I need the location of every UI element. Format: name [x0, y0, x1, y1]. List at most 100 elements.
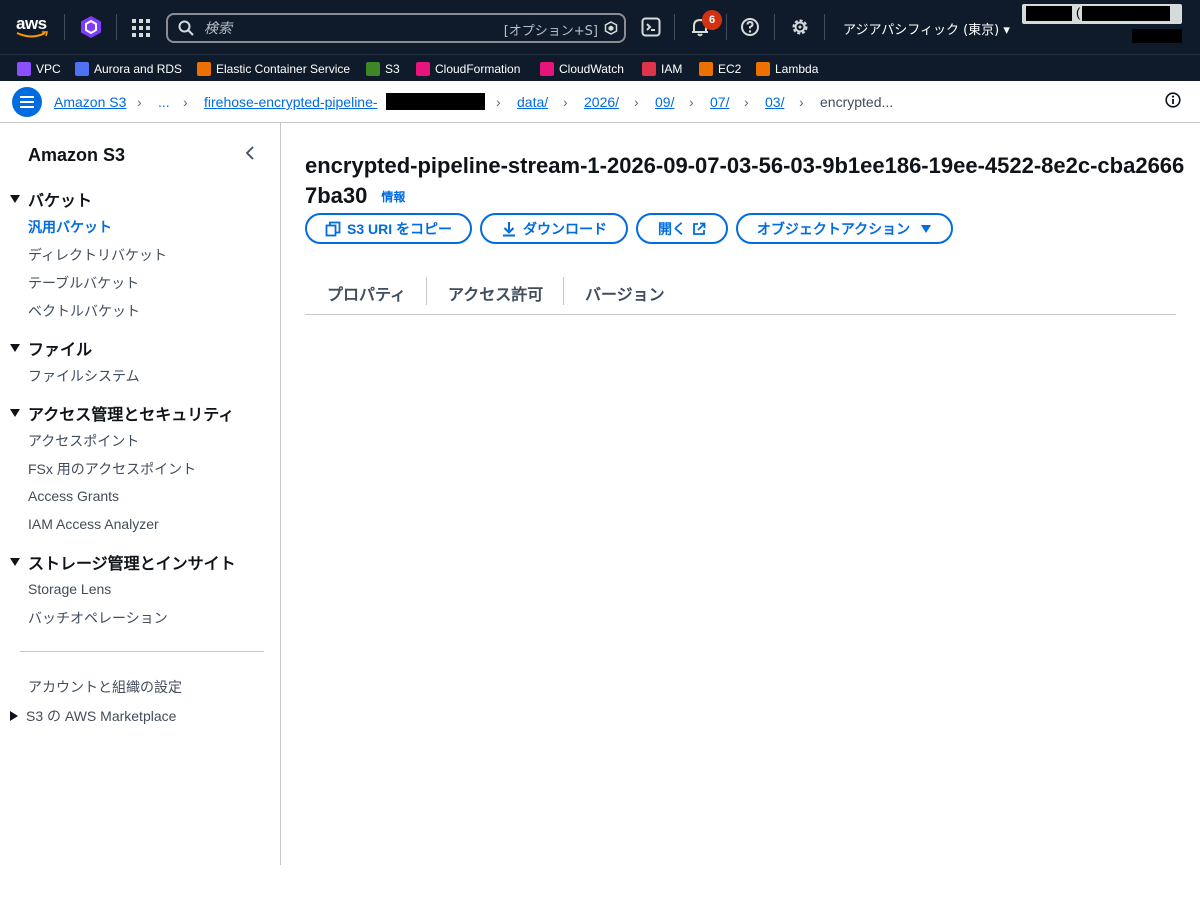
- nav-divider: [64, 14, 65, 40]
- fav-label: VPC: [36, 62, 61, 76]
- expand-caret-icon: [10, 558, 20, 566]
- fav-lambda[interactable]: Lambda: [756, 61, 818, 77]
- breadcrumb-chevron-icon: ›: [563, 94, 568, 110]
- nav-divider: [674, 14, 675, 40]
- nav-divider: [774, 14, 775, 40]
- sidebar-collapse-chevron-icon[interactable]: [243, 145, 257, 161]
- fav-label: S3: [385, 62, 400, 76]
- download-icon: [503, 221, 515, 236]
- fav-iam[interactable]: IAM: [642, 61, 682, 77]
- object-actions-label: オブジェクトアクション: [756, 220, 911, 237]
- sidebar-item-aws-marketplace[interactable]: S3 の AWS Marketplace: [10, 706, 176, 726]
- sidebar-item-file-systems[interactable]: ファイルシステム: [28, 366, 140, 386]
- breadcrumb-year[interactable]: 2026/: [584, 94, 619, 110]
- sidebar-item-access-grants[interactable]: Access Grants: [28, 488, 119, 504]
- breadcrumb-ellipsis[interactable]: ...: [158, 94, 170, 110]
- info-link[interactable]: 情報: [381, 190, 405, 204]
- fav-cloudwatch[interactable]: CloudWatch: [540, 61, 624, 77]
- sidebar-group-access-security[interactable]: アクセス管理とセキュリティ: [10, 401, 234, 425]
- breadcrumb-chevron-icon: ›: [634, 94, 639, 110]
- expand-caret-icon: [10, 409, 20, 417]
- sidebar-group-files[interactable]: ファイル: [10, 336, 92, 360]
- breadcrumb-bar: Amazon S3 › ... › firehose-encrypted-pip…: [0, 81, 1200, 123]
- favorites-bar: VPC Aurora and RDS Elastic Container Ser…: [0, 54, 1200, 81]
- sidebar-item-general-buckets[interactable]: 汎用バケット: [28, 217, 112, 237]
- breadcrumb-chevron-icon: ›: [496, 94, 501, 110]
- notification-badge: 6: [702, 10, 722, 30]
- copy-s3-uri-label: S3 URI をコピー: [346, 220, 452, 237]
- open-button[interactable]: 開く: [636, 213, 728, 244]
- region-selector[interactable]: アジアパシフィック (東京) ▾: [843, 19, 1010, 38]
- search-icon: [178, 20, 194, 36]
- top-navigation: aws [オプション+S]: [0, 0, 1200, 54]
- sidebar-item-account-org-settings[interactable]: アカウントと組織の設定: [28, 677, 182, 697]
- help-icon[interactable]: [740, 17, 760, 37]
- sidebar-item-access-points[interactable]: アクセスポイント: [28, 431, 139, 451]
- sidebar-item-label: S3 の AWS Marketplace: [26, 708, 177, 724]
- tab-separator: [426, 277, 427, 305]
- search-input[interactable]: [204, 20, 484, 38]
- aws-logo[interactable]: aws: [16, 14, 50, 40]
- fav-ec2[interactable]: EC2: [699, 61, 741, 77]
- breadcrumb-chevron-icon: ›: [744, 94, 749, 110]
- info-panel-icon[interactable]: [1165, 92, 1181, 108]
- account-menu[interactable]: (: [1022, 4, 1182, 24]
- side-nav-toggle-button[interactable]: [12, 87, 42, 117]
- fav-aurora-rds[interactable]: Aurora and RDS: [75, 61, 182, 77]
- hamburger-line: [20, 106, 34, 108]
- rds-icon: [75, 62, 89, 76]
- vpc-icon: [17, 62, 31, 76]
- side-navigation: Amazon S3 バケット 汎用バケット ディレクトリバケット テーブルバケッ…: [0, 123, 281, 865]
- breadcrumb-bucket[interactable]: firehose-encrypted-pipeline-: [204, 94, 378, 110]
- breadcrumb-amazon-s3[interactable]: Amazon S3: [54, 94, 126, 110]
- expand-caret-icon: [10, 195, 20, 203]
- sidebar-item-directory-buckets[interactable]: ディレクトリバケット: [28, 245, 167, 265]
- object-detail-tabs: プロパティ アクセス許可 バージョン: [305, 273, 1176, 315]
- redacted-user: [1132, 29, 1182, 43]
- sidebar-item-table-buckets[interactable]: テーブルバケット: [28, 273, 139, 293]
- sidebar-item-iam-access-analyzer[interactable]: IAM Access Analyzer: [28, 516, 159, 532]
- breadcrumb-chevron-icon: ›: [689, 94, 694, 110]
- lambda-icon: [756, 62, 770, 76]
- nav-divider: [116, 14, 117, 40]
- search-box[interactable]: [オプション+S]: [166, 13, 626, 43]
- redacted-bucket-suffix: [386, 93, 485, 110]
- breadcrumb-month[interactable]: 09/: [655, 94, 674, 110]
- sidebar-item-storage-lens[interactable]: Storage Lens: [28, 581, 111, 597]
- tab-versions[interactable]: バージョン: [585, 281, 665, 305]
- amazon-q-icon[interactable]: [79, 15, 103, 39]
- nav-divider: [824, 14, 825, 40]
- cloudshell-icon[interactable]: [641, 17, 661, 37]
- sidebar-item-vector-buckets[interactable]: ベクトルバケット: [28, 301, 140, 321]
- fav-label: CloudWatch: [559, 62, 624, 76]
- fav-ecs[interactable]: Elastic Container Service: [197, 61, 350, 77]
- sidebar-group-storage-insights[interactable]: ストレージ管理とインサイト: [10, 550, 236, 574]
- breadcrumb-data[interactable]: data/: [517, 94, 548, 110]
- iam-icon: [642, 62, 656, 76]
- tab-permissions[interactable]: アクセス許可: [448, 281, 543, 305]
- fav-s3[interactable]: S3: [366, 61, 400, 77]
- sidebar-group-buckets[interactable]: バケット: [10, 187, 92, 211]
- fav-cloudformation[interactable]: CloudFormation: [416, 61, 520, 77]
- sidebar-title[interactable]: Amazon S3: [28, 145, 125, 166]
- main-content: encrypted-pipeline-stream-1-2026-09-07-0…: [281, 123, 1200, 865]
- hamburger-line: [20, 96, 34, 98]
- sidebar-item-batch-operations[interactable]: バッチオペレーション: [28, 608, 168, 628]
- hamburger-line: [20, 101, 34, 103]
- breadcrumb-day[interactable]: 07/: [710, 94, 729, 110]
- expand-caret-icon: [10, 344, 20, 352]
- breadcrumb-chevron-icon: ›: [137, 94, 142, 110]
- download-button[interactable]: ダウンロード: [480, 213, 628, 244]
- services-grid-icon[interactable]: [132, 19, 150, 37]
- copy-s3-uri-button[interactable]: S3 URI をコピー: [305, 213, 472, 244]
- tab-properties[interactable]: プロパティ: [327, 281, 406, 305]
- fav-vpc[interactable]: VPC: [17, 61, 61, 77]
- fav-label: CloudFormation: [435, 62, 521, 76]
- breadcrumb-hour[interactable]: 03/: [765, 94, 784, 110]
- sidebar-item-fsx-access-points[interactable]: FSx 用のアクセスポイント: [28, 459, 196, 479]
- object-actions-dropdown[interactable]: オブジェクトアクション: [736, 213, 953, 244]
- fav-label: IAM: [661, 62, 683, 76]
- settings-gear-icon[interactable]: [790, 17, 810, 37]
- fav-label: EC2: [718, 62, 742, 76]
- s3-icon: [366, 62, 380, 76]
